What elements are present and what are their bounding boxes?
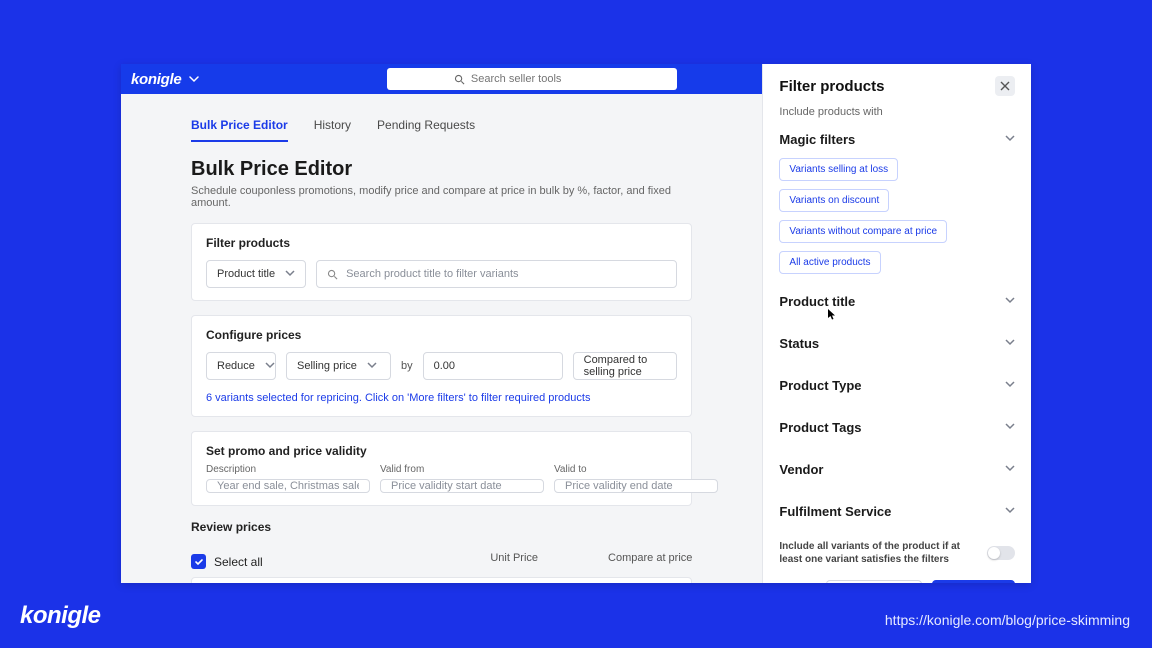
review-section: Review prices Select all Unit Price Comp… (191, 520, 692, 583)
search-icon (454, 74, 465, 85)
chevron-down-icon (1005, 292, 1015, 310)
filter-label: Filter products (206, 236, 677, 250)
tab-bulk-price-editor[interactable]: Bulk Price Editor (191, 118, 288, 142)
promo-label: Set promo and price validity (206, 444, 677, 458)
select-all-label: Select all (214, 555, 263, 569)
workspace-switcher[interactable] (189, 74, 199, 84)
include-all-variants-toggle[interactable] (987, 546, 1015, 560)
chip-all-active[interactable]: All active products (779, 251, 880, 274)
footer-url: https://konigle.com/blog/price-skimming (885, 612, 1130, 628)
desc-input-wrap[interactable] (206, 479, 370, 493)
chevron-down-icon (1005, 334, 1015, 352)
section-vendor[interactable]: Vendor (779, 448, 1015, 490)
desc-label: Description (206, 464, 370, 475)
variants-notice: 6 variants selected for repricing. Click… (206, 392, 677, 404)
toggle-label: Include all variants of the product if a… (779, 540, 969, 566)
magic-filter-chips: Variants selling at loss Variants on dis… (779, 158, 1015, 274)
section-magic-filters[interactable]: Magic filters (779, 118, 1015, 160)
valid-to-wrap[interactable] (554, 479, 718, 493)
filter-field-value: Product title (217, 268, 275, 280)
global-search[interactable] (387, 68, 677, 90)
valid-from-input[interactable] (391, 480, 533, 492)
price-type-select[interactable]: Selling price (286, 352, 391, 380)
main-column: konigle Bulk Price Editor History Pendin… (121, 64, 762, 583)
footer-brand: konigle (20, 602, 101, 630)
valid-to-label: Valid to (554, 464, 718, 475)
amount-input-wrap[interactable]: % (423, 352, 563, 380)
chevron-down-icon (1005, 418, 1015, 436)
action-select[interactable]: Reduce (206, 352, 276, 380)
chevron-down-icon (1005, 376, 1015, 394)
tab-history[interactable]: History (314, 118, 351, 142)
page-subtitle: Schedule couponless promotions, modify p… (191, 185, 692, 209)
col-compare-price: Compare at price (608, 552, 692, 564)
configure-prices-card: Configure prices Reduce Selling price by… (191, 315, 692, 417)
action-value: Reduce (217, 360, 255, 372)
compared-select[interactable]: Compared to selling price (573, 352, 678, 380)
filter-panel: Filter products Include products with Ma… (762, 64, 1031, 583)
page-title: Bulk Price Editor (191, 158, 692, 181)
tab-pending-requests[interactable]: Pending Requests (377, 118, 475, 142)
app-window: konigle Bulk Price Editor History Pendin… (121, 64, 1031, 583)
col-unit-price: Unit Price (490, 552, 538, 564)
filter-field-select[interactable]: Product title (206, 260, 306, 288)
filter-search-input-wrap[interactable] (316, 260, 677, 288)
valid-to-input[interactable] (565, 480, 707, 492)
chip-variants-loss[interactable]: Variants selling at loss (779, 158, 898, 181)
chevron-down-icon (367, 360, 377, 373)
close-button[interactable] (995, 76, 1015, 96)
section-title: Product title (779, 294, 855, 309)
clear-filters-button[interactable]: Clear all filters (826, 580, 922, 583)
tab-bar: Bulk Price Editor History Pending Reques… (191, 118, 692, 142)
chevron-down-icon (285, 268, 295, 281)
valid-from-wrap[interactable] (380, 479, 544, 493)
section-product-title[interactable]: Product title (779, 280, 1015, 322)
section-product-tags[interactable]: Product Tags (779, 406, 1015, 448)
compared-value: Compared to selling price (584, 354, 667, 378)
chevron-down-icon (1005, 460, 1015, 478)
section-fulfilment-service[interactable]: Fulfilment Service (779, 490, 1015, 532)
valid-from-label: Valid from (380, 464, 544, 475)
chip-variants-no-compare[interactable]: Variants without compare at price (779, 220, 947, 243)
section-title: Magic filters (779, 132, 855, 147)
chip-variants-discount[interactable]: Variants on discount (779, 189, 889, 212)
topbar: konigle (121, 64, 762, 94)
section-title: Fulfilment Service (779, 504, 891, 519)
review-label: Review prices (191, 520, 692, 534)
section-status[interactable]: Status (779, 322, 1015, 364)
section-title: Product Tags (779, 420, 861, 435)
apply-filters-button[interactable]: Apply filters (932, 580, 1015, 583)
filter-products-card: Filter products Product title (191, 223, 692, 301)
chevron-down-icon (1005, 130, 1015, 148)
global-search-input[interactable] (471, 73, 611, 85)
amount-input[interactable] (434, 360, 576, 372)
content-area: Bulk Price Editor History Pending Reques… (121, 94, 762, 583)
search-icon (327, 269, 338, 280)
filter-panel-title: Filter products (779, 78, 884, 95)
section-title: Status (779, 336, 819, 351)
filter-search-input[interactable] (346, 268, 666, 280)
select-all-checkbox[interactable] (191, 554, 206, 569)
price-type-value: Selling price (297, 360, 357, 372)
desc-input[interactable] (217, 480, 359, 492)
brand-logo: konigle (131, 71, 181, 88)
chevron-down-icon (1005, 502, 1015, 520)
section-product-type[interactable]: Product Type (779, 364, 1015, 406)
include-label: Include products with (779, 106, 1015, 118)
configure-label: Configure prices (206, 328, 677, 342)
include-all-variants-row: Include all variants of the product if a… (779, 540, 1015, 566)
chevron-down-icon (265, 360, 275, 373)
section-title: Product Type (779, 378, 861, 393)
by-label: by (401, 360, 413, 372)
table-row: Tumbler 500 ml, 2023-TUMBLER USD 17% 14.… (191, 577, 692, 583)
section-title: Vendor (779, 462, 823, 477)
promo-card: Set promo and price validity Description… (191, 431, 692, 506)
